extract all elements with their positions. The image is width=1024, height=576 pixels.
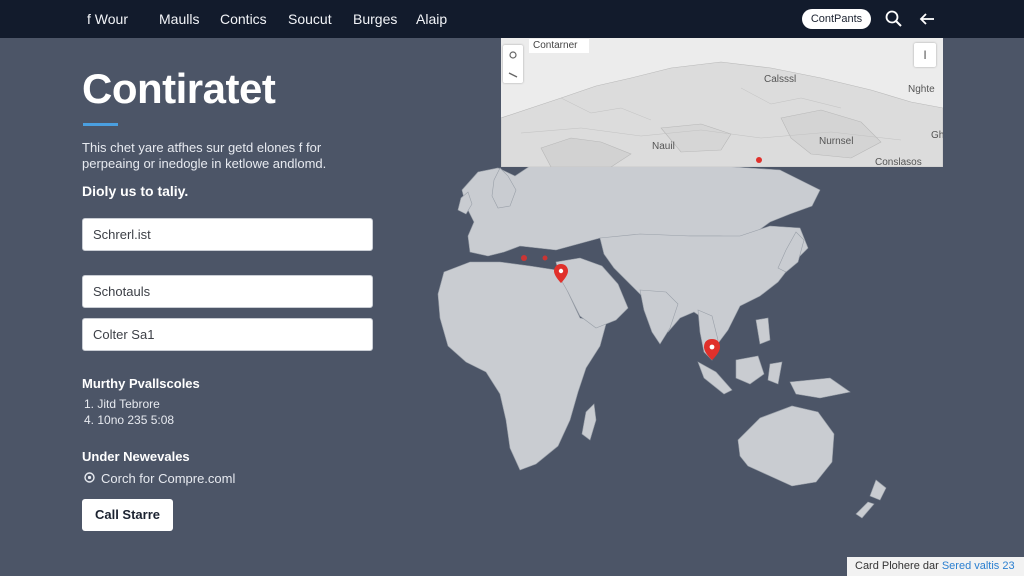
inset-label-a: Calsssl: [764, 74, 797, 85]
australia-landmass: [737, 405, 835, 487]
inset-label-f: Ghil: [931, 130, 943, 141]
map-marker-mediterranean: [542, 255, 548, 261]
philippines-landmass: [755, 317, 771, 345]
madagascar-landmass: [581, 403, 597, 441]
inset-map-controls[interactable]: [503, 45, 523, 83]
page-title: Contiratet: [82, 65, 276, 112]
inset-map-search[interactable]: Contarner: [529, 39, 589, 53]
sumatra-landmass: [697, 361, 733, 395]
attribution-link[interactable]: Sered valtis 23: [942, 560, 1015, 572]
call-start-button[interactable]: Call Starre: [82, 499, 173, 531]
globe-icon: [84, 471, 95, 486]
nav-item-alaip[interactable]: Alaip: [416, 11, 447, 27]
search-icon[interactable]: [883, 8, 905, 30]
page-description: This chet yare atfhes sur getd elones f …: [82, 140, 327, 171]
info-line-2: 4. 10no 235 5:08: [84, 413, 175, 427]
map-attribution: Card Plohere dar Sered valtis 23: [847, 557, 1024, 576]
map-marker-greece: [521, 255, 527, 261]
inset-map-shapes: [501, 61, 943, 167]
inset-map[interactable]: Calsssl Nghte Nurnsel Nauil Conslasos Gh…: [501, 38, 943, 167]
nav-item-soucut[interactable]: Soucut: [288, 11, 332, 27]
inset-label-c: Nurnsel: [819, 136, 854, 147]
contact-pill-button[interactable]: ContPants: [802, 9, 871, 29]
inset-label-d: Nauil: [652, 141, 675, 152]
inset-zoom-button[interactable]: I: [914, 43, 936, 67]
nav-item-maulls[interactable]: Maulls: [159, 11, 199, 27]
attribution-text: Card Plohere dar: [855, 560, 942, 572]
network-link[interactable]: Corch for Compre.coml: [84, 471, 235, 486]
nav-item-home[interactable]: f Wour: [87, 11, 128, 27]
title-underline: [83, 123, 118, 126]
nav-item-burges[interactable]: Burges: [353, 11, 397, 27]
network-heading: Under Newevales: [82, 449, 190, 464]
form-subheading: Dioly us to taliy.: [82, 183, 189, 199]
map-marker-southeast-asia[interactable]: [704, 339, 720, 360]
top-navigation-bar: f Wour Maulls Contics Soucut Burges Alai…: [0, 0, 1024, 38]
newguinea-landmass: [789, 377, 851, 399]
info-heading: Murthy Pvallscoles: [82, 376, 200, 391]
back-arrow-icon[interactable]: [916, 8, 938, 30]
inset-label-e: Conslasos: [875, 157, 922, 167]
inset-label-b: Nghte: [908, 84, 935, 95]
info-line-1: 1. Jitd Tebrore: [84, 397, 160, 411]
email-field[interactable]: [82, 275, 373, 308]
india-landmass: [639, 289, 679, 345]
expand-icon: [508, 72, 518, 78]
sulawesi-landmass: [767, 361, 783, 385]
name-field[interactable]: [82, 218, 373, 251]
locate-icon: [509, 51, 517, 59]
newzealand-south-landmass: [855, 501, 875, 519]
message-field[interactable]: [82, 318, 373, 351]
network-link-label: Corch for Compre.coml: [101, 471, 236, 486]
nav-item-contics[interactable]: Contics: [220, 11, 267, 27]
borneo-landmass: [735, 355, 765, 385]
newzealand-landmass: [869, 479, 887, 501]
